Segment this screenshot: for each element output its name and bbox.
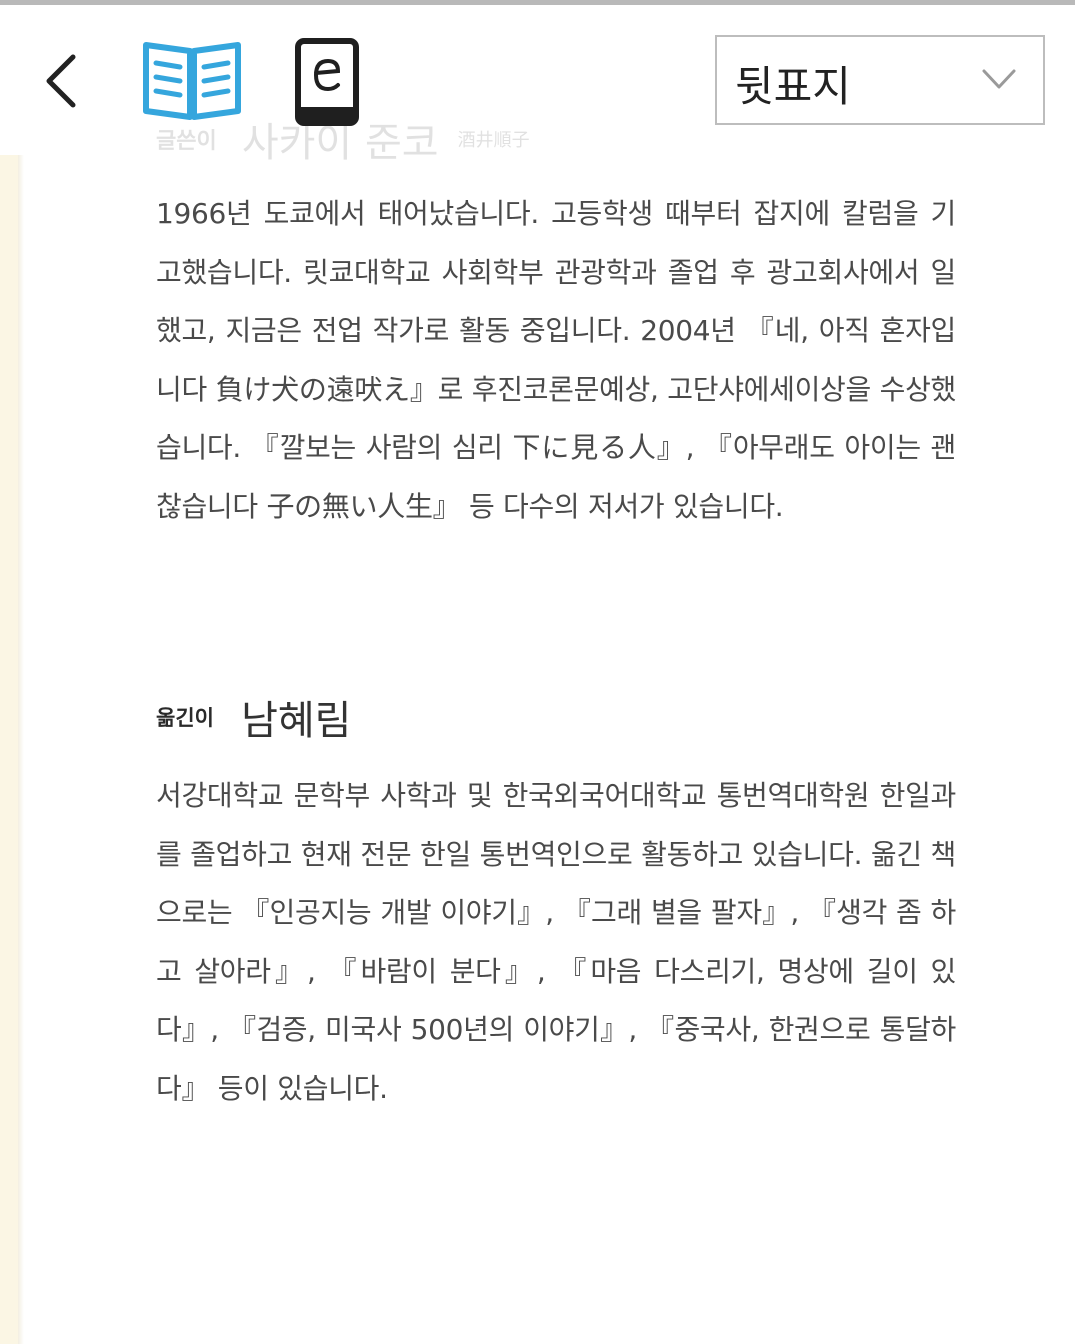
back-button[interactable]: [30, 45, 92, 117]
author-role-label: 글쓴이: [156, 129, 217, 154]
reader-toolbar: 뒷표지: [0, 5, 1075, 127]
page-select-dropdown[interactable]: 뒷표지: [715, 35, 1045, 125]
author-original-name: 酒井順子: [457, 130, 530, 151]
chevron-down-icon: [982, 69, 1016, 89]
translator-heading: 옮긴이 남혜림: [156, 688, 351, 744]
page-select-value: 뒷표지: [735, 62, 851, 111]
translator-bio: 서강대학교 문학부 사학과 및 한국외국어대학교 통번역대학원 한일과를 졸업하…: [156, 779, 956, 1105]
author-bio: 1966년 도쿄에서 태어났습니다. 고등학생 때부터 잡지에 칼럼을 기고했습…: [156, 197, 956, 523]
ebook-reader-icon: [295, 38, 359, 126]
open-book-icon: [143, 42, 241, 120]
ebook-view-button[interactable]: [294, 37, 360, 127]
translator-name: 남혜림: [241, 698, 352, 744]
book-view-button[interactable]: [140, 41, 244, 121]
page-edge-shadow: [18, 155, 24, 1344]
chevron-left-icon: [46, 54, 76, 108]
translator-role-label: 옮긴이: [156, 706, 214, 730]
page-edge: [0, 155, 18, 1344]
